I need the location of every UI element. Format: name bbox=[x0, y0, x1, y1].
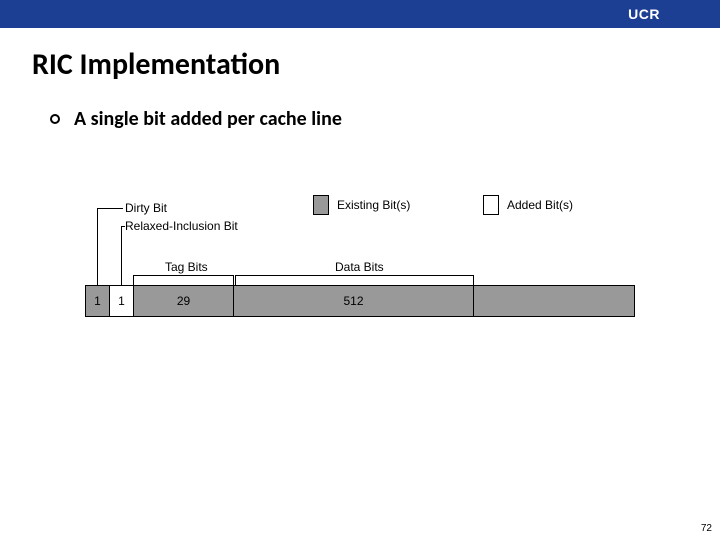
page-number: 72 bbox=[701, 523, 712, 534]
cache-line-bar: 1 1 29 512 bbox=[85, 285, 635, 317]
guide-line bbox=[97, 208, 123, 209]
guide-line bbox=[97, 208, 98, 285]
header-badge: UCR bbox=[628, 6, 660, 22]
section-tag-label: Tag Bits bbox=[165, 260, 208, 274]
legend-existing-label: Existing Bit(s) bbox=[337, 198, 410, 212]
tick-line bbox=[133, 275, 134, 285]
cell-tag-bits: 29 bbox=[134, 286, 234, 316]
guide-line bbox=[121, 226, 122, 285]
header-bar: UCR bbox=[0, 0, 720, 28]
bullet-glyph bbox=[50, 114, 60, 124]
tick-line bbox=[235, 275, 473, 276]
bullet-text: A single bit added per cache line bbox=[74, 107, 342, 131]
section-data-label: Data Bits bbox=[335, 260, 384, 274]
slide-title: RIC Implementation bbox=[32, 46, 720, 83]
tick-line bbox=[235, 275, 236, 285]
cache-line-diagram: Existing Bit(s) Added Bit(s) Dirty Bit R… bbox=[85, 195, 645, 335]
legend-existing-box bbox=[313, 195, 329, 215]
cell-remainder bbox=[474, 286, 634, 316]
tick-line bbox=[473, 275, 474, 285]
callout-ric-bit: Relaxed-Inclusion Bit bbox=[125, 219, 238, 233]
legend-added-box bbox=[483, 195, 499, 215]
tick-line bbox=[233, 275, 234, 285]
tick-line bbox=[133, 275, 233, 276]
callout-dirty-bit: Dirty Bit bbox=[125, 201, 167, 215]
legend-added-label: Added Bit(s) bbox=[507, 198, 573, 212]
bullet-item: A single bit added per cache line bbox=[50, 107, 720, 131]
cell-data-bits: 512 bbox=[234, 286, 474, 316]
cell-dirty-bit: 1 bbox=[86, 286, 110, 316]
cell-ric-bit: 1 bbox=[110, 286, 134, 316]
